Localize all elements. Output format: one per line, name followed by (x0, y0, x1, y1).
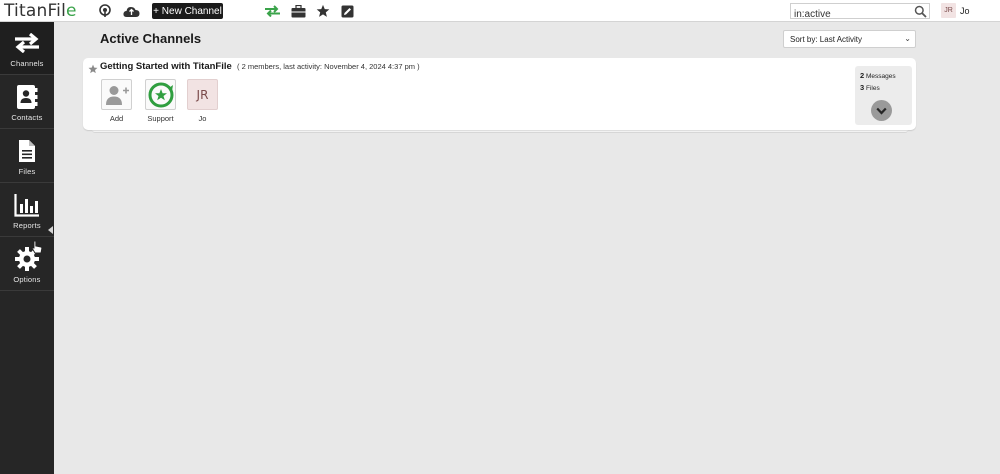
hand-cursor-icon (31, 240, 43, 254)
edit-icon[interactable] (339, 3, 355, 19)
member-avatar: JR (187, 79, 218, 110)
favorite-star-icon[interactable] (88, 61, 98, 74)
channel-card[interactable]: Getting Started with TitanFile ( 2 membe… (83, 58, 916, 130)
add-member-icon (101, 79, 132, 110)
member-name: Jo (198, 114, 207, 123)
new-channel-button[interactable]: + New Channel (152, 3, 223, 19)
user-name[interactable]: Jo (960, 0, 970, 22)
search-icon[interactable] (914, 5, 927, 18)
app-logo[interactable]: TitanFile (4, 0, 77, 22)
user-avatar[interactable]: JR (941, 3, 956, 18)
briefcase-icon[interactable] (290, 3, 306, 19)
channel-stats: 2 Messages 3 Files (855, 66, 912, 125)
messages-stat[interactable]: 2 Messages (860, 71, 896, 80)
sidebar-item-reports[interactable]: Reports (0, 184, 54, 237)
top-bar: TitanFile + New Channel JR Jo (0, 0, 1000, 22)
sidebar-item-label: Reports (13, 221, 41, 230)
transfer-arrows-icon (11, 30, 43, 56)
channel-meta: ( 2 members, last activity: November 4, … (237, 62, 420, 71)
podcast-icon[interactable] (97, 3, 113, 19)
cloud-icon[interactable] (122, 3, 140, 19)
sort-selected-value: Sort by: Last Activity (790, 34, 863, 44)
sidebar-item-contacts[interactable]: Contacts (0, 76, 54, 129)
member-jo[interactable]: JR Jo (187, 79, 219, 123)
chevron-down-icon: ⌄ (904, 34, 911, 43)
sort-dropdown[interactable]: Sort by: Last Activity ⌄ (783, 30, 916, 48)
files-stat[interactable]: 3 Files (860, 83, 880, 92)
search-box (790, 3, 930, 22)
channel-name[interactable]: Getting Started with TitanFile (100, 61, 232, 72)
star-icon[interactable] (315, 3, 331, 19)
add-member-button[interactable]: Add (101, 79, 133, 123)
sidebar-item-files[interactable]: Files (0, 130, 54, 183)
sidebar-item-label: Files (18, 167, 36, 176)
contacts-book-icon (11, 84, 43, 110)
chevron-down-icon (876, 107, 887, 115)
sidebar: Channels Contacts Files Reports Options (0, 22, 54, 474)
file-icon (11, 138, 43, 164)
sidebar-item-channels[interactable]: Channels (0, 22, 54, 75)
sidebar-collapse-icon[interactable] (48, 226, 53, 234)
member-name: Add (109, 114, 124, 123)
member-support[interactable]: Support (145, 79, 177, 123)
sidebar-item-options[interactable]: Options (0, 238, 54, 291)
transfer-icon[interactable] (263, 3, 281, 19)
sidebar-item-label: Contacts (11, 113, 43, 122)
sidebar-item-label: Channels (10, 59, 44, 68)
search-input[interactable] (791, 7, 909, 22)
page-title: Active Channels (100, 31, 202, 46)
bar-chart-icon (11, 192, 43, 218)
member-name: Support (147, 114, 174, 123)
support-logo (145, 79, 176, 110)
sidebar-item-label: Options (13, 275, 41, 284)
expand-channel-button[interactable] (871, 100, 892, 121)
